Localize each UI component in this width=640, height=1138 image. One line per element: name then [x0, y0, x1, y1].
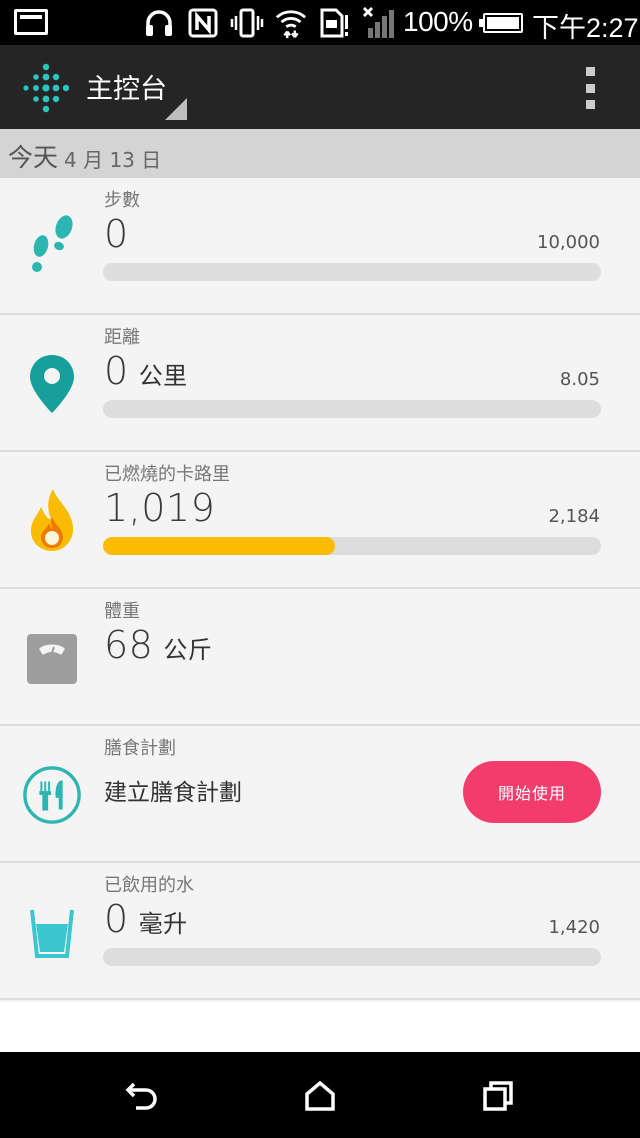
tile-label: 膳食計劃: [104, 738, 176, 759]
battery-percent: 100%: [403, 6, 473, 37]
tile-distance[interactable]: 距離 0 公里 8.05: [0, 315, 640, 452]
sim-alert-icon: [318, 6, 352, 40]
overflow-menu-icon[interactable]: [580, 67, 600, 109]
date-bar: 今天 4 月 13 日: [0, 129, 640, 178]
tile-label: 已燃燒的卡路里: [104, 464, 230, 485]
back-icon[interactable]: [120, 1074, 164, 1118]
tile-unit: 公里: [138, 362, 188, 390]
progress-bar: [103, 537, 601, 555]
tile-label: 距離: [104, 327, 140, 348]
navigation-bar: [0, 1052, 640, 1138]
footprints-icon: [22, 214, 82, 278]
content-bottom: [0, 1002, 640, 1052]
tile-unit: 毫升: [138, 910, 188, 938]
status-bar: 100% 下午2:27: [0, 0, 640, 45]
tile-weight[interactable]: 體重 68 公斤: [0, 589, 640, 726]
tile-value: 0 公里: [104, 349, 188, 393]
tile-water[interactable]: 已飲用的水 0 毫升 1,420: [0, 863, 640, 1000]
progress-bar: [103, 948, 601, 966]
progress-bar: [103, 263, 601, 281]
vibrate-icon: [230, 6, 264, 40]
map-pin-icon: [22, 352, 82, 416]
signal-icon: [362, 6, 396, 40]
app-bar: 主控台: [0, 45, 640, 129]
wifi-icon: [274, 6, 308, 40]
tile-label: 已飲用的水: [104, 875, 194, 896]
tile-food-plan[interactable]: 膳食計劃 建立膳食計劃 開始使用: [0, 726, 640, 863]
clock: 下午2:27: [532, 13, 639, 43]
tile-goal: 8.05: [559, 369, 600, 390]
tile-value: 0: [104, 212, 129, 256]
tile-goal: 1,420: [548, 917, 600, 938]
tile-label: 體重: [104, 601, 140, 622]
fork-knife-icon: [22, 763, 82, 827]
battery-icon: [479, 13, 523, 33]
tile-unit: 公斤: [163, 636, 213, 664]
tile-label: 步數: [104, 190, 140, 211]
create-food-plan-text: 建立膳食計劃: [104, 780, 242, 806]
fitbit-logo[interactable]: [20, 62, 72, 114]
status-icons: [142, 5, 396, 41]
date-today-label: 今天: [8, 143, 59, 172]
tile-goal: 10,000: [537, 232, 600, 253]
tile-value: 0 毫升: [104, 897, 188, 941]
start-button[interactable]: 開始使用: [463, 761, 601, 823]
home-icon[interactable]: [298, 1074, 342, 1118]
tile-value: 1,019: [104, 486, 216, 530]
tile-calories[interactable]: 已燃燒的卡路里 1,019 2,184: [0, 452, 640, 589]
glass-icon: [22, 901, 82, 965]
tile-goal: 2,184: [548, 506, 600, 527]
app-title[interactable]: 主控台: [86, 67, 167, 106]
scale-icon: [22, 627, 82, 691]
tile-steps[interactable]: 步數 0 10,000: [0, 178, 640, 315]
progress-bar: [103, 400, 601, 418]
progress-fill: [103, 537, 336, 555]
nfc-icon: [186, 6, 220, 40]
dropdown-corner-icon[interactable]: [165, 98, 187, 120]
recent-apps-icon[interactable]: [476, 1074, 520, 1118]
tile-value: 68 公斤: [104, 623, 213, 667]
screenshot-icon: [14, 9, 48, 35]
headset-icon: [142, 6, 176, 40]
date-value: 4 月 13 日: [64, 148, 162, 172]
flame-icon: [22, 488, 82, 552]
